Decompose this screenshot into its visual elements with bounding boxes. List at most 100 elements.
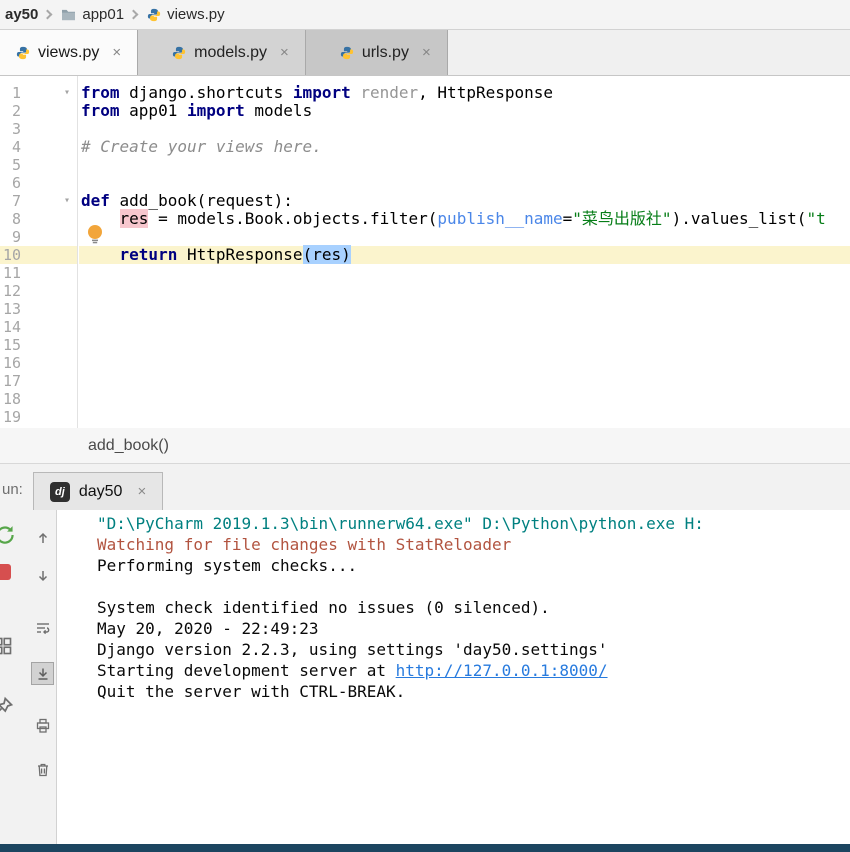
line-number[interactable]: 12 [0, 282, 77, 300]
code-editor[interactable]: 1 2 3 4 5 6 7 8 9 10 11 12 13 14 15 16 17 18 19 ▾ ▾ from dja… [0, 76, 850, 428]
code-token: django.shortcuts [119, 83, 293, 102]
code-token: = models.Book.objects.filter( [148, 209, 438, 228]
code-line[interactable]: # Create your views here. [79, 138, 850, 156]
code-line[interactable] [79, 372, 850, 390]
breadcrumb-file-label: views.py [167, 6, 225, 23]
code-line[interactable] [79, 228, 850, 246]
python-icon [147, 8, 161, 21]
line-number[interactable]: 17 [0, 372, 77, 390]
scroll-up-icon[interactable] [31, 526, 54, 549]
console-line: May 20, 2020 - 22:49:23 [97, 618, 850, 639]
line-number[interactable]: 16 [0, 354, 77, 372]
layout-icon[interactable] [0, 636, 13, 656]
bottom-status-strip [0, 844, 850, 852]
pin-icon[interactable] [0, 696, 14, 716]
chevron-right-icon [42, 9, 53, 20]
line-number[interactable]: 6 [0, 174, 77, 192]
code-token: , HttpResponse [418, 83, 554, 102]
console-text: May 20, 2020 - 22:49:23 [97, 619, 319, 638]
tab-models-py[interactable]: models.py × [138, 30, 306, 75]
console-text: Starting development server at [97, 661, 396, 680]
code-line[interactable]: def add_book(request): [79, 192, 850, 210]
server-url-link[interactable]: http://127.0.0.1:8000/ [396, 661, 608, 680]
line-number[interactable]: 9 [0, 228, 77, 246]
code-token: app01 [119, 101, 187, 120]
breadcrumb-folder[interactable]: app01 [58, 6, 127, 23]
code-line[interactable] [79, 174, 850, 192]
code-line[interactable] [79, 318, 850, 336]
stop-icon[interactable] [0, 564, 11, 580]
console-text: Performing system checks... [97, 556, 358, 575]
console-line: Starting development server at http://12… [97, 660, 850, 681]
console-line: Performing system checks... [97, 555, 850, 576]
line-number[interactable]: 8 [0, 210, 77, 228]
print-icon[interactable] [31, 714, 54, 737]
code-line[interactable]: return HttpResponse(res) [79, 245, 850, 264]
code-line[interactable] [79, 120, 850, 138]
rerun-icon[interactable] [0, 524, 16, 546]
code-line[interactable] [79, 264, 850, 282]
code-token: "菜鸟出版社" [572, 209, 672, 228]
code-token: add_book(request): [119, 191, 293, 210]
code-token: import [186, 101, 245, 120]
chevron-right-icon [128, 9, 139, 20]
run-tab-day50[interactable]: dj day50 × [32, 472, 164, 510]
pycharm-window: ay50 app01 views.py views.py × models.py… [0, 0, 850, 852]
breadcrumb-function[interactable]: add_book() [88, 437, 169, 455]
tab-label: urls.py [361, 43, 409, 61]
fold-marker-icon[interactable]: ▾ [64, 88, 70, 98]
code-line[interactable] [79, 300, 850, 318]
code-token: from [81, 83, 120, 102]
lightbulb-intention-icon[interactable] [86, 224, 104, 244]
code-line[interactable]: from app01 import models [79, 102, 850, 120]
line-number[interactable]: 2 [0, 102, 77, 120]
code-line[interactable] [79, 336, 850, 354]
close-icon[interactable]: × [280, 44, 289, 61]
line-number[interactable]: 15 [0, 336, 77, 354]
tab-urls-py[interactable]: urls.py × [305, 30, 448, 75]
code-line[interactable] [79, 408, 850, 426]
line-number[interactable]: 10 [0, 246, 77, 264]
clear-console-icon[interactable] [31, 758, 54, 781]
python-icon [16, 46, 30, 59]
breadcrumb-folder-label: app01 [82, 6, 125, 23]
line-number[interactable]: 3 [0, 120, 77, 138]
line-number[interactable]: 11 [0, 264, 77, 282]
line-number[interactable]: 19 [0, 408, 77, 426]
console-text: Watching for file changes with StatReloa… [97, 535, 512, 554]
close-icon[interactable]: × [137, 483, 146, 500]
close-icon[interactable]: × [112, 44, 121, 61]
breadcrumb-project[interactable]: ay50 [2, 6, 41, 23]
run-toolbar-left [0, 510, 28, 844]
scroll-down-icon[interactable] [31, 564, 54, 587]
code-line[interactable] [79, 156, 850, 174]
code-line[interactable] [79, 282, 850, 300]
code-token: from [81, 101, 120, 120]
line-number[interactable]: 5 [0, 156, 77, 174]
fold-marker-icon[interactable]: ▾ [64, 196, 70, 206]
tab-label: views.py [38, 43, 100, 61]
editor-gutter: 1 2 3 4 5 6 7 8 9 10 11 12 13 14 15 16 17 18 19 ▾ ▾ [0, 76, 78, 428]
line-number[interactable]: 13 [0, 300, 77, 318]
close-icon[interactable]: × [422, 44, 431, 61]
code-token: res [119, 209, 149, 228]
editor-breadcrumb-bottom: add_book() [0, 428, 850, 464]
code-token: render [360, 83, 419, 102]
code-line[interactable] [79, 354, 850, 372]
line-number[interactable]: 18 [0, 390, 77, 408]
line-number[interactable]: 14 [0, 318, 77, 336]
breadcrumb-file[interactable]: views.py [144, 6, 228, 23]
code-token: "t [806, 209, 826, 228]
code-token: import [292, 83, 351, 102]
scroll-to-end-icon[interactable] [31, 662, 54, 685]
code-line[interactable]: res = models.Book.objects.filter(publish… [79, 209, 850, 228]
console-output: "D:\PyCharm 2019.1.3\bin\runnerw64.exe" … [57, 510, 850, 844]
code-line[interactable]: from django.shortcuts import render, Htt… [79, 84, 850, 102]
run-console: "D:\PyCharm 2019.1.3\bin\runnerw64.exe" … [0, 510, 850, 844]
code-line[interactable] [79, 390, 850, 408]
tab-views-py[interactable]: views.py × [0, 30, 139, 75]
soft-wrap-icon[interactable] [31, 616, 54, 639]
console-text: "D:\PyCharm 2019.1.3\bin\runnerw64.exe" … [97, 514, 704, 533]
line-number[interactable]: 4 [0, 138, 77, 156]
editor-code-area[interactable]: from django.shortcuts import render, Htt… [79, 76, 850, 428]
